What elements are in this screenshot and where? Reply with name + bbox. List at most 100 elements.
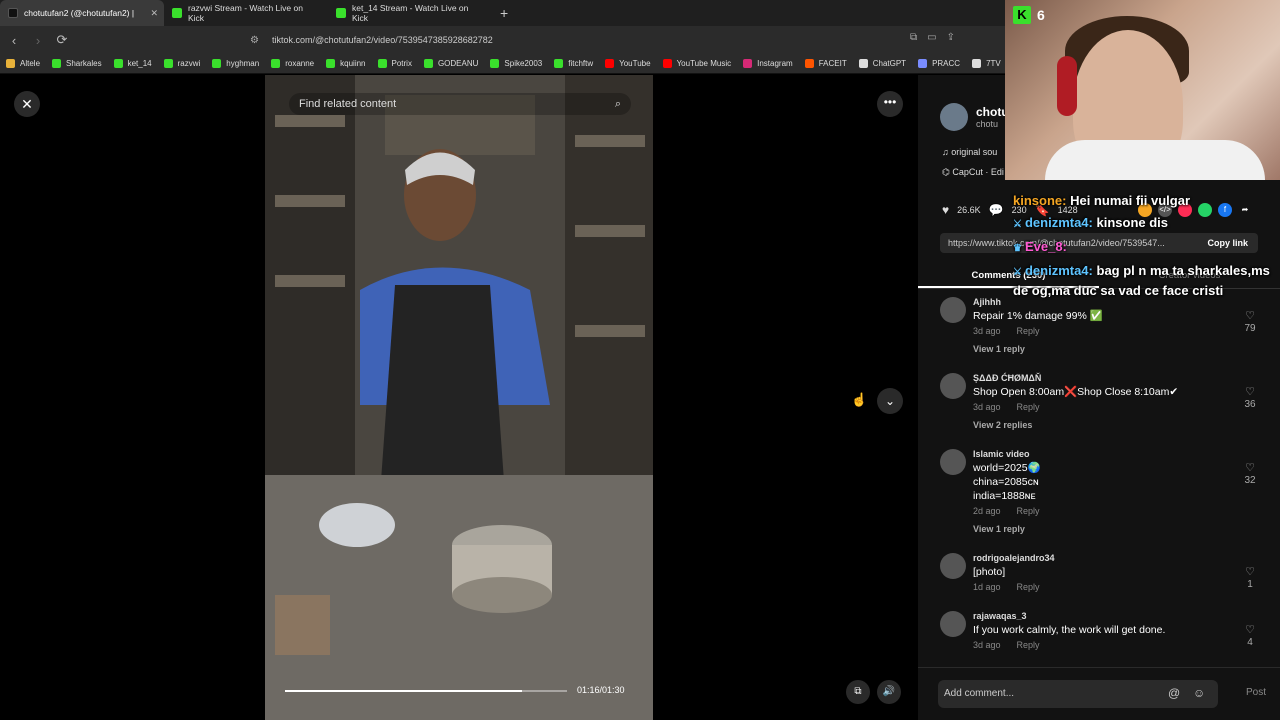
video-player[interactable]: Find related content ⌕ 01:16/01:30 — [265, 75, 653, 720]
bookmark-item[interactable]: ket_14 — [113, 59, 152, 68]
mention-icon[interactable]: @ — [1168, 686, 1180, 700]
heart-icon[interactable]: ♡ — [1240, 309, 1260, 322]
back-icon[interactable]: ‹ — [4, 33, 24, 48]
comment-username[interactable]: rodrigoalejandro34 — [973, 553, 1055, 563]
capcut-link[interactable]: ⌬ CapCut · Edi — [942, 167, 1004, 178]
bookmark-item[interactable]: PRACC — [918, 59, 960, 68]
extension-icon[interactable]: ⧉ — [910, 32, 917, 43]
close-button[interactable]: ✕ — [14, 91, 40, 117]
bookmark-item[interactable]: 7TV — [972, 59, 1001, 68]
bookmark-item[interactable]: Instagram — [743, 59, 793, 68]
heart-icon[interactable]: ♥ — [942, 203, 949, 217]
bookmark-item[interactable]: Sharkales — [52, 59, 102, 68]
reply-button[interactable]: Reply — [1017, 326, 1040, 336]
sword-badge-icon: ⚔ — [1013, 219, 1022, 230]
bookmark-icon — [605, 59, 615, 68]
bookmark-label: FACEIT — [818, 59, 847, 68]
reply-button[interactable]: Reply — [1017, 640, 1040, 650]
avatar[interactable] — [940, 449, 966, 475]
comment-username[interactable]: Islamic video — [973, 449, 1030, 459]
avatar[interactable] — [940, 297, 966, 323]
webcam-overlay: K 6 — [1005, 0, 1280, 180]
comment-like-count: 1 — [1247, 579, 1253, 590]
heart-icon[interactable]: ♡ — [1240, 623, 1260, 636]
heart-icon[interactable]: ♡ — [1240, 565, 1260, 578]
avatar[interactable] — [940, 553, 966, 579]
comment-text: [photo] — [973, 566, 1006, 578]
address-bar[interactable]: ⚙ tiktok.com/@chotutufan2/video/75395473… — [250, 30, 1010, 50]
bookmark-label: fitchftw — [568, 59, 594, 68]
reply-button[interactable]: Reply — [1017, 582, 1040, 592]
search-input[interactable]: Find related content ⌕ — [289, 93, 631, 115]
bookmark-icon — [113, 59, 123, 68]
comment-icon[interactable]: 💬 — [989, 203, 1004, 217]
bookmark-item[interactable]: razvwi — [163, 59, 200, 68]
avatar[interactable] — [940, 103, 968, 131]
share-icon[interactable]: ⇪ — [947, 32, 955, 43]
chat-username: denizmta4: — [1024, 215, 1093, 230]
tab-tiktok[interactable]: chotutufan2 (@chotutufan2) | ✕ — [0, 0, 164, 26]
heart-icon[interactable]: ♡ — [1240, 385, 1260, 398]
streamer-shirt — [1045, 140, 1265, 180]
tab-kick-razvwi[interactable]: razvwi Stream - Watch Live on Kick — [164, 0, 328, 26]
comment-username[interactable]: ȘΔΔÐ ĆĦØΜΔŇ — [973, 373, 1041, 383]
headset-icon — [1057, 56, 1077, 116]
next-video-button[interactable]: ⌄ — [877, 388, 903, 414]
more-options-button[interactable]: ••• — [877, 91, 903, 117]
comment-age: 3d ago — [973, 326, 1001, 336]
bookmark-item[interactable]: ChatGPT — [858, 59, 906, 68]
chat-username: kinsone: — [1013, 193, 1067, 208]
search-icon[interactable]: ⌕ — [615, 93, 621, 115]
volume-button[interactable]: 🔊 — [877, 680, 901, 704]
emoji-icon[interactable]: ☺ — [1193, 686, 1205, 700]
author-name[interactable]: chotu — [976, 105, 1009, 119]
tab-kick-ket14[interactable]: ket_14 Stream - Watch Live on Kick — [328, 0, 492, 26]
cast-icon[interactable]: ▭ — [927, 32, 936, 43]
chat-username: denizmta4: — [1024, 263, 1093, 278]
bookmark-label: Sharkales — [66, 59, 102, 68]
avatar[interactable] — [940, 373, 966, 399]
bookmark-icon — [490, 59, 500, 68]
view-replies-button[interactable]: View 2 replies — [973, 420, 1032, 430]
view-replies-button[interactable]: View 1 reply — [973, 524, 1025, 534]
comment-username[interactable]: rajawaqas_3 — [973, 611, 1027, 621]
video-progress-bar[interactable] — [285, 690, 567, 692]
comment-username[interactable]: Ajihhh — [973, 297, 1001, 307]
bookmark-item[interactable]: Altele — [6, 59, 40, 68]
comment-text: Shop Open 8:00am❌Shop Close 8:10am✔ — [973, 386, 1179, 398]
comment-item: rajawaqas_3 If you work calmly, the work … — [940, 611, 1260, 663]
kick-logo-icon: K — [1013, 6, 1031, 24]
bookmark-item[interactable]: YouTube — [605, 59, 651, 68]
close-icon[interactable]: ✕ — [150, 8, 158, 19]
sound-link[interactable]: ♫ original sou — [942, 147, 997, 157]
reply-button[interactable]: Reply — [1017, 402, 1040, 412]
floating-player-button[interactable]: ⧉ — [846, 680, 870, 704]
bookmark-item[interactable]: YouTube Music — [662, 59, 731, 68]
bookmark-icon — [423, 59, 433, 68]
bookmark-item[interactable]: roxanne — [271, 59, 314, 68]
post-button[interactable]: Post — [1246, 687, 1266, 698]
tiktok-icon — [8, 8, 18, 18]
bookmark-label: Altele — [20, 59, 41, 68]
site-info-icon[interactable]: ⚙ — [250, 35, 262, 46]
bookmark-item[interactable]: Spike2003 — [490, 59, 542, 68]
bookmark-item[interactable]: Potrix — [377, 59, 412, 68]
bookmark-item[interactable]: kquiinn — [326, 59, 366, 68]
folder-icon — [6, 59, 15, 68]
bookmark-item[interactable]: hyghman — [212, 59, 259, 68]
bookmark-item[interactable]: FACEIT — [804, 59, 847, 68]
kick-icon — [336, 8, 346, 18]
heart-icon[interactable]: ♡ — [1240, 461, 1260, 474]
author-info[interactable]: chotu chotu — [940, 103, 1009, 131]
view-replies-button[interactable]: View 1 reply — [973, 344, 1025, 354]
forward-icon[interactable]: › — [28, 33, 48, 48]
avatar[interactable] — [940, 611, 966, 637]
bookmark-item[interactable]: fitchftw — [554, 59, 593, 68]
reply-button[interactable]: Reply — [1017, 506, 1040, 516]
reload-icon[interactable]: ⟳ — [52, 32, 72, 48]
new-tab-button[interactable]: + — [500, 5, 508, 21]
comment-item: Islamic video world=2025🌍 china=2085ᴄɴ in… — [940, 449, 1260, 545]
bookmark-item[interactable]: GODEANU — [423, 59, 478, 68]
video-time: 01:16/01:30 — [577, 685, 625, 695]
comment-like-count: 79 — [1244, 323, 1256, 334]
